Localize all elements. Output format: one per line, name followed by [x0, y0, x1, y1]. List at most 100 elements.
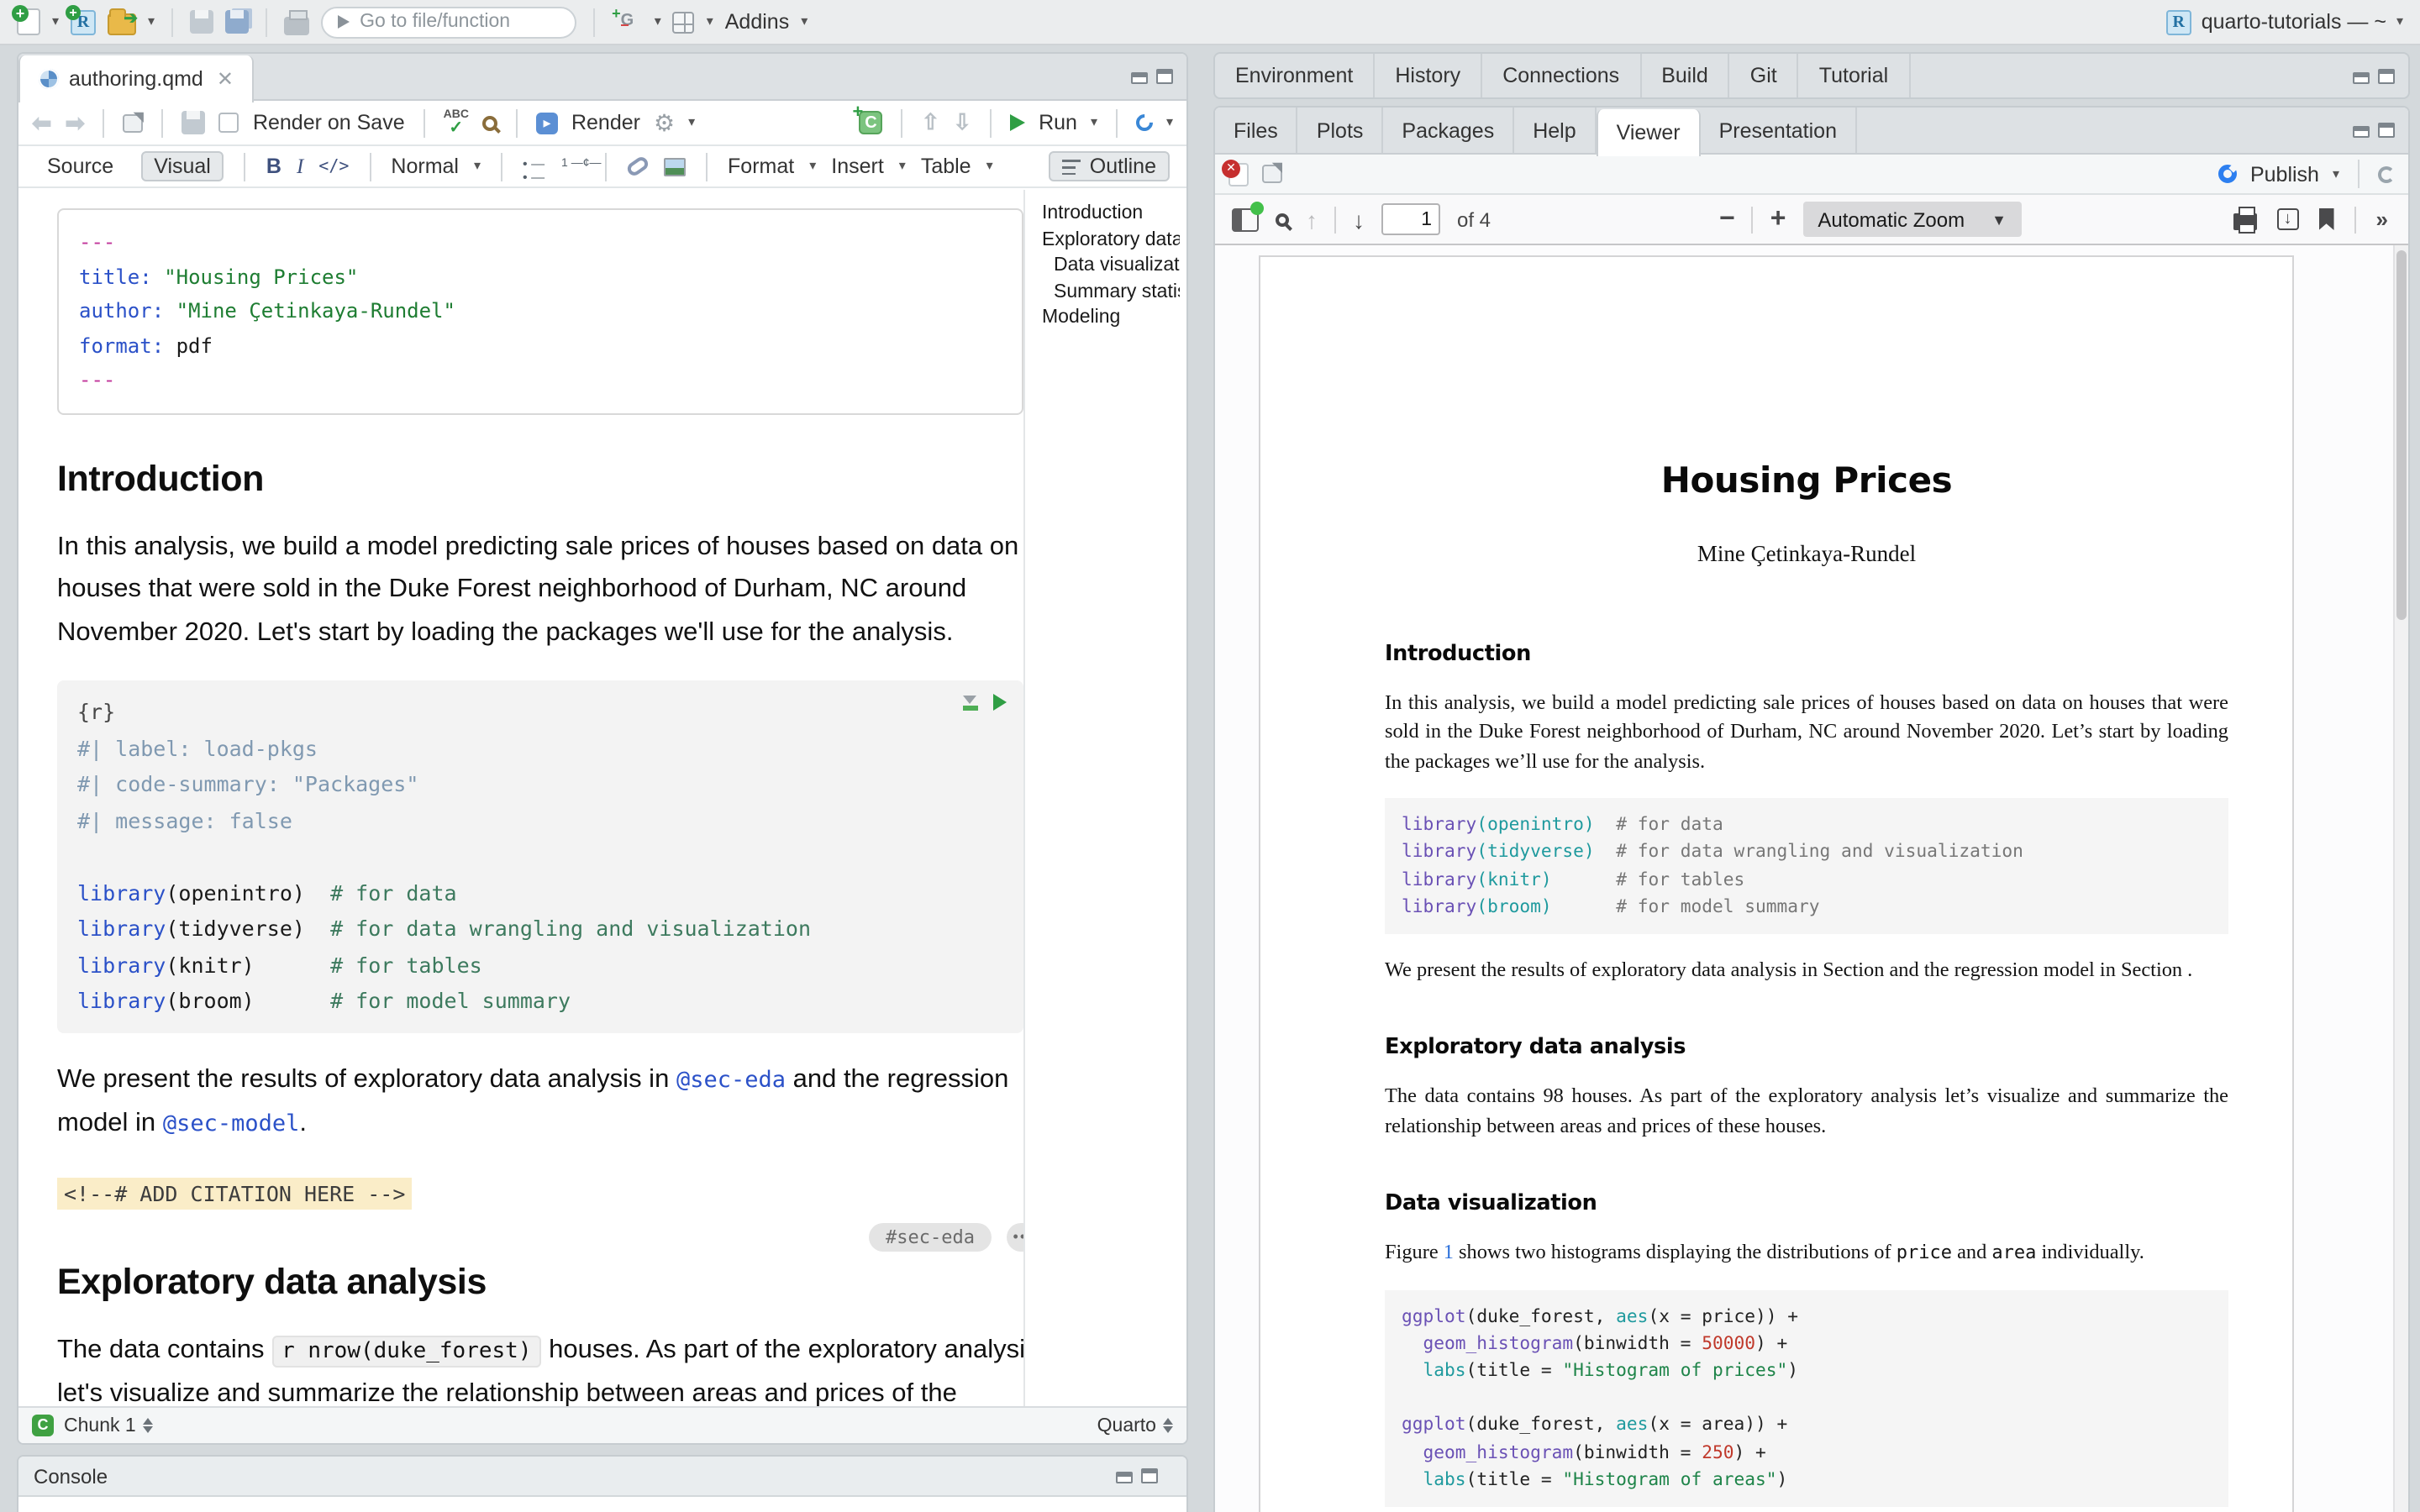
pdf-search-icon[interactable] — [1276, 213, 1289, 226]
maximize-pane-icon[interactable] — [1156, 69, 1173, 84]
tab-history[interactable]: History — [1375, 54, 1482, 97]
rerun-dropdown[interactable]: ▾ — [1166, 116, 1173, 129]
pdf-print-icon[interactable] — [2233, 213, 2257, 230]
new-file-icon[interactable]: + — [17, 8, 40, 35]
run-chunks-above-icon[interactable] — [963, 695, 978, 710]
tab-authoring-qmd[interactable]: authoring.qmd ✕ — [18, 55, 254, 102]
version-control-dropdown[interactable]: ▾ — [655, 15, 661, 29]
pdf-more-tools-icon[interactable]: » — [2376, 207, 2388, 232]
outline-item-modeling[interactable]: Modeling — [1042, 306, 1180, 332]
pane-layout-icon[interactable] — [673, 11, 695, 33]
pdf-bookmark-icon[interactable] — [2319, 208, 2334, 230]
yaml-metadata-block[interactable]: ---title: "Housing Prices"author: "Mine … — [57, 208, 1023, 414]
insert-chunk-icon[interactable]: C — [859, 111, 882, 134]
run-button[interactable]: Run — [1039, 111, 1077, 134]
spellcheck-icon[interactable]: ABC✓ — [444, 108, 469, 137]
italic-button[interactable]: I — [297, 154, 303, 179]
link-icon[interactable] — [625, 155, 650, 178]
code-chunk-load-pkgs[interactable]: {r}#| label: load-pkgs#| code-summary: "… — [57, 680, 1023, 1032]
popout-viewer-icon[interactable] — [1262, 165, 1282, 183]
new-project-icon[interactable]: +R — [71, 9, 96, 34]
editor-document[interactable]: ---title: "Housing Prices"author: "Mine … — [18, 190, 1023, 1406]
envpane-minimize-icon[interactable] — [2353, 71, 2370, 83]
run-chunk-icon[interactable] — [993, 694, 1007, 711]
file-type-selector[interactable]: Quarto — [1097, 1415, 1173, 1436]
editor-heading-introduction[interactable]: Introduction — [57, 458, 1003, 500]
console-minimize-icon[interactable] — [1116, 1472, 1133, 1483]
save-icon[interactable] — [190, 10, 213, 34]
pane-layout-dropdown[interactable]: ▾ — [707, 15, 713, 29]
tab-files[interactable]: Files — [1215, 108, 1298, 153]
pdf-prev-page-icon[interactable]: ↑ — [1306, 206, 1318, 233]
tab-plots[interactable]: Plots — [1298, 108, 1384, 153]
pdf-download-icon[interactable]: ↓ — [2277, 208, 2299, 230]
tab-viewer[interactable]: Viewer — [1597, 109, 1701, 156]
insert-menu[interactable]: Insert — [831, 155, 884, 178]
publish-dropdown[interactable]: ▾ — [2333, 167, 2339, 181]
pdf-zoom-out-icon[interactable]: − — [1719, 204, 1735, 234]
pdf-scrollbar-thumb[interactable] — [2396, 250, 2407, 620]
table-menu[interactable]: Table — [921, 155, 971, 178]
version-control-icon[interactable]: +G− — [612, 13, 643, 30]
outline-item-introduction[interactable]: Introduction — [1042, 202, 1180, 228]
outline-item-summary[interactable]: Summary statis… — [1042, 280, 1180, 306]
minimize-pane-icon[interactable] — [1131, 72, 1148, 84]
back-icon[interactable]: ⬅ — [32, 108, 51, 137]
citation-comment[interactable]: <!--# ADD CITATION HERE --> — [57, 1177, 412, 1209]
stop-viewer-icon[interactable] — [1228, 162, 1249, 186]
new-file-dropdown[interactable]: ▾ — [52, 15, 59, 29]
tab-presentation[interactable]: Presentation — [1701, 108, 1857, 153]
find-replace-icon[interactable] — [482, 115, 497, 130]
section-options-button[interactable]: ••• — [1007, 1222, 1023, 1251]
go-next-section-icon[interactable]: ⇩ — [953, 109, 971, 136]
bold-button[interactable]: B — [266, 155, 281, 178]
run-dropdown[interactable]: ▾ — [1091, 116, 1097, 129]
tab-tutorial[interactable]: Tutorial — [1799, 54, 1910, 97]
paragraph-style-select[interactable]: Normal — [391, 155, 459, 178]
addins-menu[interactable]: Addins ▾ — [725, 10, 808, 34]
tab-help[interactable]: Help — [1514, 108, 1596, 153]
console-tab[interactable]: Console — [34, 1464, 108, 1488]
popout-editor-icon[interactable] — [124, 113, 144, 132]
editor-paragraph-intro[interactable]: In this analysis, we build a model predi… — [57, 525, 1023, 654]
pdf-sidebar-toggle-icon[interactable] — [1232, 207, 1259, 231]
pdf-zoom-select[interactable]: Automatic Zoom ▼ — [1802, 202, 2022, 237]
rerun-icon[interactable] — [1133, 111, 1156, 134]
outline-toggle-button[interactable]: Outline — [1050, 151, 1170, 181]
pdf-scrollbar[interactable] — [2393, 245, 2408, 1512]
tab-build[interactable]: Build — [1641, 54, 1730, 97]
pdf-next-page-icon[interactable]: ↓ — [1353, 206, 1365, 233]
tab-close-icon[interactable]: ✕ — [217, 67, 234, 91]
pdf-zoom-in-icon[interactable]: + — [1770, 204, 1786, 234]
visual-mode-button[interactable]: Visual — [140, 151, 224, 181]
console-maximize-icon[interactable] — [1141, 1468, 1158, 1483]
refresh-viewer-icon[interactable] — [2378, 165, 2395, 182]
render-settings-dropdown[interactable]: ▾ — [688, 116, 695, 129]
editor-paragraph-data[interactable]: The data contains r nrow(duke_forest) ho… — [57, 1328, 1023, 1406]
editor-heading-eda[interactable]: Exploratory data analysis — [57, 1261, 1003, 1303]
pdf-viewport[interactable]: Housing Prices Mine Çetinkaya-Rundel Int… — [1215, 245, 2408, 1512]
chunk-position-selector[interactable]: Chunk 1 — [64, 1415, 136, 1436]
editor-paragraph-crossrefs[interactable]: We present the results of exploratory da… — [57, 1058, 1023, 1147]
forward-icon[interactable]: ➡ — [65, 108, 84, 137]
tab-packages[interactable]: Packages — [1383, 108, 1514, 153]
image-icon[interactable] — [664, 157, 686, 176]
viewer-minimize-icon[interactable] — [2353, 126, 2370, 138]
open-file-icon[interactable]: ➔ — [108, 13, 136, 34]
project-selector[interactable]: R quarto-tutorials — ~ ▾ — [2166, 9, 2403, 34]
save-file-icon[interactable] — [182, 111, 206, 134]
save-all-icon[interactable] — [225, 10, 249, 34]
print-icon[interactable] — [284, 16, 309, 34]
tab-environment[interactable]: Environment — [1215, 54, 1375, 97]
source-mode-button[interactable]: Source — [35, 153, 125, 180]
format-menu[interactable]: Format — [728, 155, 794, 178]
envpane-maximize-icon[interactable] — [2378, 68, 2395, 83]
chunk-stepper-icon[interactable] — [143, 1418, 153, 1433]
go-prev-section-icon[interactable]: ⇧ — [921, 109, 939, 136]
numbered-list-icon[interactable] — [561, 157, 585, 176]
inline-code-button[interactable]: </> — [318, 157, 349, 176]
section-id-badge[interactable]: #sec-eda — [869, 1222, 992, 1251]
outline-item-dataviz[interactable]: Data visualization — [1042, 254, 1180, 280]
open-file-dropdown[interactable]: ▾ — [148, 15, 155, 29]
tab-connections[interactable]: Connections — [1482, 54, 1641, 97]
